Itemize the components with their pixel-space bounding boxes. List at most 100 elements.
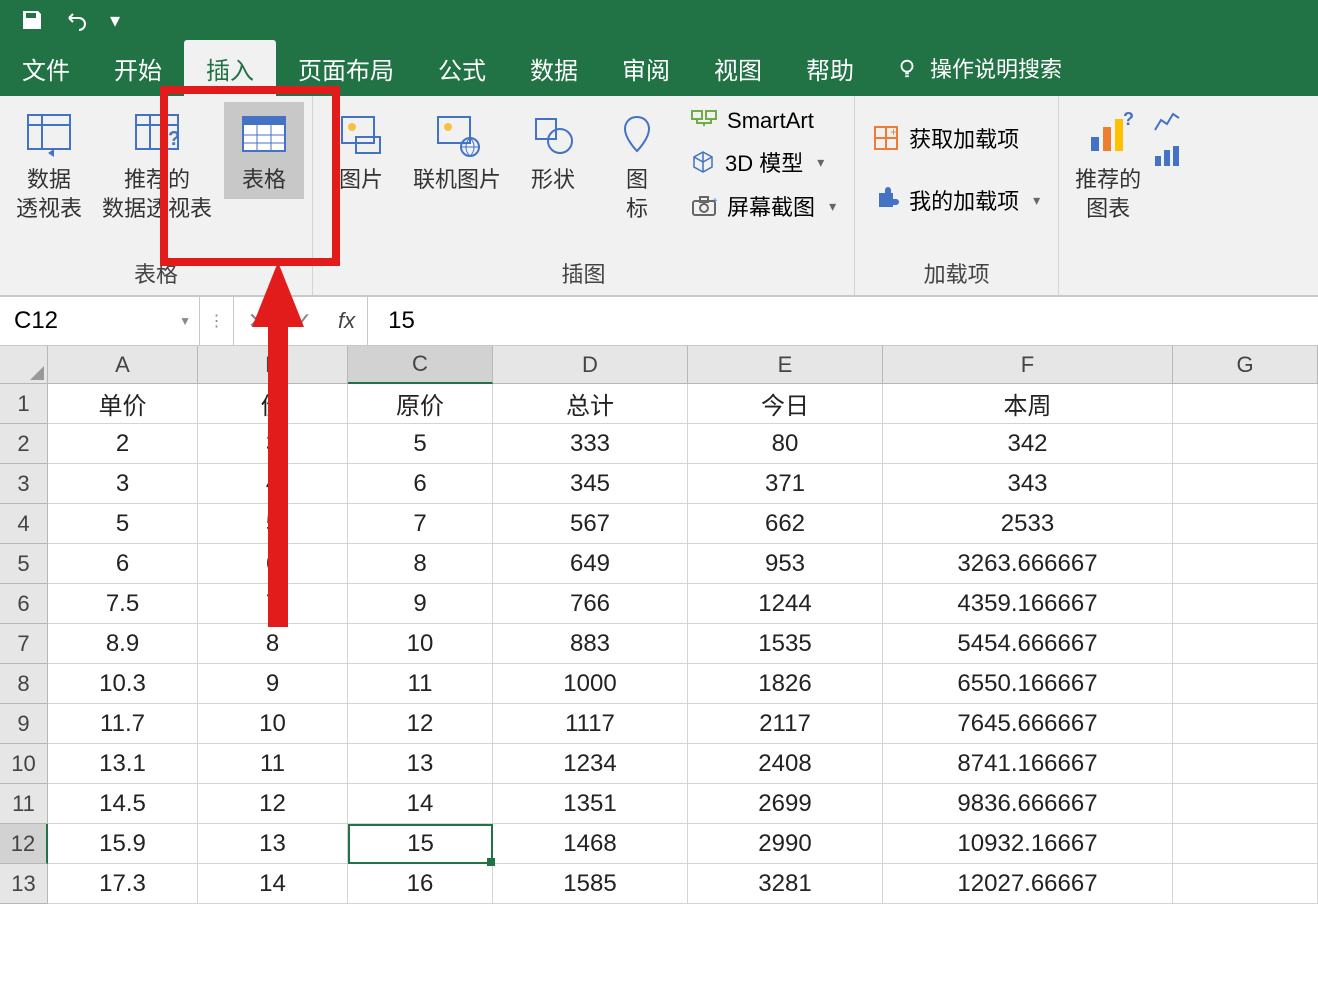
cell[interactable]: 10.3 bbox=[48, 664, 198, 704]
tab-pagelayout[interactable]: 页面布局 bbox=[276, 40, 416, 96]
tell-me-search[interactable]: 操作说明搜索 bbox=[896, 40, 1062, 96]
cell[interactable]: 953 bbox=[688, 544, 883, 584]
cell[interactable]: 7.5 bbox=[48, 584, 198, 624]
row-header[interactable]: 1 bbox=[0, 384, 48, 424]
cancel-button[interactable]: ✕ bbox=[234, 297, 280, 345]
get-addins-button[interactable]: + 获取加载项 bbox=[873, 122, 1040, 154]
tab-review[interactable]: 审阅 bbox=[600, 40, 692, 96]
cell[interactable] bbox=[1173, 424, 1318, 464]
cell[interactable]: 5 bbox=[348, 424, 493, 464]
column-header-B[interactable]: B bbox=[198, 346, 348, 384]
cell[interactable] bbox=[1173, 704, 1318, 744]
table-button[interactable]: 表格 bbox=[224, 102, 304, 199]
cell[interactable] bbox=[1173, 664, 1318, 704]
cell[interactable]: 8 bbox=[348, 544, 493, 584]
cell[interactable]: 766 bbox=[493, 584, 688, 624]
3dmodel-button[interactable]: 3D 模型 ▾ bbox=[691, 146, 836, 178]
chevron-down-icon[interactable]: ▼ bbox=[179, 314, 191, 328]
row-header[interactable]: 10 bbox=[0, 744, 48, 784]
cell[interactable]: 6 bbox=[198, 544, 348, 584]
tab-view[interactable]: 视图 bbox=[692, 40, 784, 96]
cell[interactable]: 11 bbox=[348, 664, 493, 704]
cell[interactable]: 11 bbox=[198, 744, 348, 784]
cell[interactable]: 567 bbox=[493, 504, 688, 544]
cell[interactable]: 5454.666667 bbox=[883, 624, 1173, 664]
row-header[interactable]: 12 bbox=[0, 824, 48, 864]
column-header-E[interactable]: E bbox=[688, 346, 883, 384]
redo-icon[interactable]: ▾ bbox=[110, 8, 120, 33]
cell[interactable]: 9836.666667 bbox=[883, 784, 1173, 824]
cell[interactable]: 价 bbox=[198, 384, 348, 424]
cell[interactable]: 12 bbox=[348, 704, 493, 744]
recommended-charts-button[interactable]: ? 推荐的图表 bbox=[1067, 102, 1149, 227]
cell[interactable]: 3281 bbox=[688, 864, 883, 904]
cell[interactable]: 80 bbox=[688, 424, 883, 464]
cell[interactable]: 5 bbox=[198, 504, 348, 544]
column-chart-icon[interactable] bbox=[1153, 144, 1181, 168]
tab-help[interactable]: 帮助 bbox=[784, 40, 876, 96]
column-header-A[interactable]: A bbox=[48, 346, 198, 384]
cell[interactable]: 5 bbox=[48, 504, 198, 544]
cell[interactable]: 13 bbox=[198, 824, 348, 864]
cell[interactable]: 1117 bbox=[493, 704, 688, 744]
formula-input[interactable]: 15 bbox=[368, 297, 1318, 345]
cell[interactable]: 649 bbox=[493, 544, 688, 584]
cell[interactable]: 9 bbox=[198, 664, 348, 704]
save-icon[interactable] bbox=[20, 8, 44, 32]
cell[interactable] bbox=[1173, 544, 1318, 584]
cell[interactable] bbox=[1173, 624, 1318, 664]
cell[interactable]: 今日 bbox=[688, 384, 883, 424]
cell[interactable]: 8 bbox=[198, 624, 348, 664]
cell[interactable]: 1244 bbox=[688, 584, 883, 624]
cell[interactable]: 6 bbox=[348, 464, 493, 504]
row-header[interactable]: 3 bbox=[0, 464, 48, 504]
cell[interactable] bbox=[1173, 784, 1318, 824]
cell[interactable]: 1351 bbox=[493, 784, 688, 824]
row-header[interactable]: 4 bbox=[0, 504, 48, 544]
screenshot-button[interactable]: + 屏幕截图 ▾ bbox=[691, 190, 836, 222]
cell[interactable]: 1000 bbox=[493, 664, 688, 704]
name-box[interactable]: C12 ▼ bbox=[0, 297, 200, 345]
cell[interactable]: 4359.166667 bbox=[883, 584, 1173, 624]
expand-button[interactable]: ⋮ bbox=[200, 297, 234, 345]
cell[interactable] bbox=[1173, 584, 1318, 624]
row-header[interactable]: 13 bbox=[0, 864, 48, 904]
cell[interactable]: 8741.166667 bbox=[883, 744, 1173, 784]
cell[interactable] bbox=[1173, 864, 1318, 904]
cell[interactable]: 12027.66667 bbox=[883, 864, 1173, 904]
icons-button[interactable]: 图标 bbox=[597, 102, 677, 227]
online-picture-button[interactable]: 联机图片 bbox=[405, 102, 509, 199]
column-header-F[interactable]: F bbox=[883, 346, 1173, 384]
cell[interactable] bbox=[1173, 384, 1318, 424]
cell[interactable]: 总计 bbox=[493, 384, 688, 424]
recommended-pivot-button[interactable]: ? 推荐的数据透视表 bbox=[94, 102, 220, 227]
cell[interactable]: 本周 bbox=[883, 384, 1173, 424]
tab-formulas[interactable]: 公式 bbox=[416, 40, 508, 96]
cell[interactable]: 2117 bbox=[688, 704, 883, 744]
row-header[interactable]: 6 bbox=[0, 584, 48, 624]
cell[interactable]: 2 bbox=[48, 424, 198, 464]
cell[interactable]: 11.7 bbox=[48, 704, 198, 744]
cell[interactable] bbox=[1173, 824, 1318, 864]
cell[interactable]: 333 bbox=[493, 424, 688, 464]
cell[interactable]: 6 bbox=[48, 544, 198, 584]
cell[interactable]: 17.3 bbox=[48, 864, 198, 904]
tab-home[interactable]: 开始 bbox=[92, 40, 184, 96]
cell[interactable]: 343 bbox=[883, 464, 1173, 504]
cell[interactable]: 3 bbox=[198, 424, 348, 464]
cell[interactable]: 6550.166667 bbox=[883, 664, 1173, 704]
cell[interactable]: 14.5 bbox=[48, 784, 198, 824]
cell[interactable]: 7 bbox=[198, 584, 348, 624]
my-addins-button[interactable]: 我的加载项 ▾ bbox=[873, 184, 1040, 216]
row-header[interactable]: 8 bbox=[0, 664, 48, 704]
row-header[interactable]: 11 bbox=[0, 784, 48, 824]
cell[interactable]: 16 bbox=[348, 864, 493, 904]
fx-icon[interactable]: fx bbox=[326, 297, 368, 345]
cell[interactable]: 345 bbox=[493, 464, 688, 504]
cell[interactable]: 12 bbox=[198, 784, 348, 824]
select-all-corner[interactable] bbox=[0, 346, 48, 384]
cell[interactable]: 14 bbox=[348, 784, 493, 824]
cell[interactable] bbox=[1173, 504, 1318, 544]
line-chart-icon[interactable] bbox=[1153, 110, 1181, 134]
cell[interactable]: 13.1 bbox=[48, 744, 198, 784]
